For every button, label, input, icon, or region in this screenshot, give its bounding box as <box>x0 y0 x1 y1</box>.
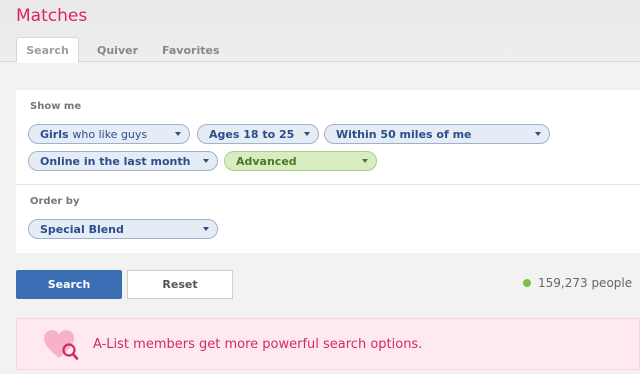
online-dropdown[interactable]: Online in the last month <box>28 151 218 171</box>
online-text: Online in the last month <box>40 154 191 168</box>
banner-text: A-List members get more powerful search … <box>93 337 423 352</box>
chevron-down-icon <box>203 159 209 163</box>
search-button[interactable]: Search <box>16 270 122 299</box>
filter-panel: Show me Girls who like guys Ages 18 to 2… <box>16 90 640 253</box>
tab-bar: Search Quiver Favorites <box>16 37 232 63</box>
advanced-text: Advanced <box>236 154 297 168</box>
ages-text: Ages 18 to 25 <box>209 127 295 141</box>
tab-quiver[interactable]: Quiver <box>85 37 150 63</box>
gender-dropdown[interactable]: Girls who like guys <box>28 124 190 144</box>
reset-button[interactable]: Reset <box>127 270 233 299</box>
page-title: Matches <box>16 6 88 26</box>
ages-dropdown[interactable]: Ages 18 to 25 <box>197 124 319 144</box>
chevron-down-icon <box>175 132 181 136</box>
order-by-label: Order by <box>30 196 80 207</box>
section-divider <box>16 184 640 185</box>
header: Matches Search Quiver Favorites <box>0 0 640 63</box>
heart-search-icon <box>44 330 79 360</box>
online-dot-icon <box>523 279 531 287</box>
distance-text: Within 50 miles of me <box>336 127 472 141</box>
tab-search[interactable]: Search <box>16 37 79 63</box>
tab-favorites[interactable]: Favorites <box>150 37 231 63</box>
order-text: Special Blend <box>40 222 124 236</box>
chevron-down-icon <box>203 227 209 231</box>
chevron-down-icon <box>535 132 541 136</box>
alist-banner[interactable]: A-List members get more powerful search … <box>16 318 640 370</box>
chevron-down-icon <box>362 159 368 163</box>
gender-light-text: who like guys <box>72 127 148 141</box>
chevron-down-icon <box>304 132 310 136</box>
distance-dropdown[interactable]: Within 50 miles of me <box>324 124 550 144</box>
advanced-dropdown[interactable]: Advanced <box>224 151 377 171</box>
show-me-label: Show me <box>30 101 82 112</box>
result-count: 159,273 people <box>523 276 632 290</box>
result-count-text: 159,273 people <box>538 276 633 290</box>
order-dropdown[interactable]: Special Blend <box>28 219 218 239</box>
gender-bold-text: Girls <box>40 127 69 141</box>
